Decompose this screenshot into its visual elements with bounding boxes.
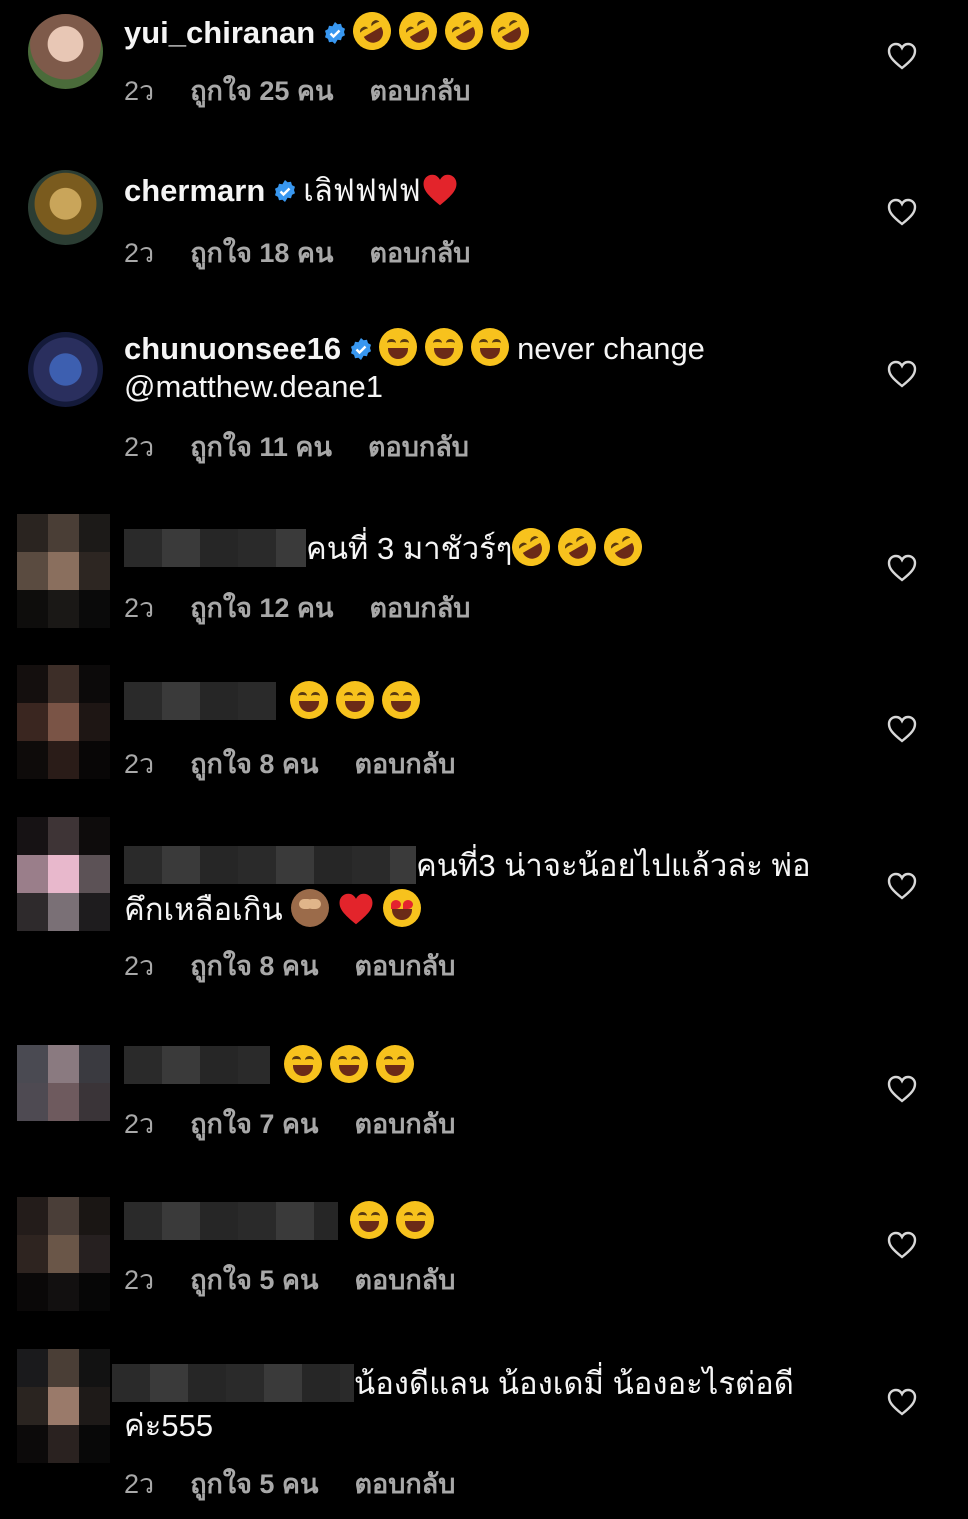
red-heart-emoji	[423, 174, 457, 206]
like-count[interactable]: ถูกใจ 8 คน	[190, 951, 318, 981]
rofl-emoji	[438, 5, 491, 57]
heart-outline-icon[interactable]	[887, 198, 917, 226]
reply-button[interactable]: ตอบกลับ	[354, 951, 455, 981]
reply-button[interactable]: ตอบกลับ	[354, 1109, 455, 1139]
comment-text: never change	[517, 331, 705, 366]
timestamp: 2ว	[124, 749, 155, 779]
avatar[interactable]	[28, 14, 103, 89]
verified-badge-icon	[351, 338, 372, 360]
username[interactable]: chunuonsee16	[124, 331, 341, 366]
joy-emoji	[379, 328, 418, 366]
like-count[interactable]: ถูกใจ 5 คน	[190, 1265, 318, 1295]
rofl-emoji	[392, 5, 445, 57]
pixelated-avatar[interactable]	[17, 1349, 110, 1463]
comment-text: เลิฟฟฟฟ	[303, 173, 421, 208]
timestamp: 2ว	[124, 1265, 155, 1295]
heart-eyes-emoji	[383, 889, 422, 927]
blurred-username	[124, 1046, 270, 1084]
timestamp: 2ว	[124, 1469, 155, 1499]
pixelated-avatar[interactable]	[17, 514, 110, 628]
like-count[interactable]: ถูกใจ 8 คน	[190, 749, 318, 779]
joy-emoji	[350, 1201, 388, 1239]
red-heart-emoji	[339, 893, 373, 925]
reply-button[interactable]: ตอบกลับ	[369, 593, 470, 623]
blurred-username	[124, 682, 276, 720]
joy-emoji	[330, 1045, 368, 1083]
reply-button[interactable]: ตอบกลับ	[354, 749, 455, 779]
comment-text: คนที่ 3 มาชัวร์ๆ	[306, 531, 513, 566]
heart-outline-icon[interactable]	[887, 554, 917, 582]
timestamp: 2ว	[124, 951, 155, 981]
joy-emoji	[382, 681, 420, 719]
joy-emoji	[290, 681, 328, 719]
comment-text-line2: คึกเหลือเกิน	[124, 892, 283, 927]
reply-button[interactable]: ตอบกลับ	[354, 1265, 455, 1295]
rofl-emoji	[346, 5, 399, 57]
mention-link[interactable]: @matthew.deane1	[124, 369, 383, 404]
avatar[interactable]	[28, 170, 103, 245]
username[interactable]: chermarn	[124, 173, 265, 208]
verified-badge-icon	[325, 22, 346, 44]
blurred-username	[112, 1364, 354, 1402]
timestamp: 2ว	[124, 432, 155, 462]
like-count[interactable]: ถูกใจ 12 คน	[190, 593, 333, 623]
timestamp: 2ว	[124, 238, 155, 268]
verified-badge-icon	[275, 180, 296, 202]
joy-emoji	[471, 328, 510, 366]
pixelated-avatar[interactable]	[17, 1045, 110, 1121]
joy-emoji	[284, 1045, 322, 1083]
heart-outline-icon[interactable]	[887, 42, 917, 70]
blurred-username	[124, 529, 306, 567]
reply-button[interactable]: ตอบกลับ	[369, 76, 470, 106]
like-count[interactable]: ถูกใจ 18 คน	[190, 238, 333, 268]
blurred-username	[124, 846, 416, 884]
reply-button[interactable]: ตอบกลับ	[368, 432, 469, 462]
pixelated-avatar[interactable]	[17, 665, 110, 779]
like-count[interactable]: ถูกใจ 7 คน	[190, 1109, 318, 1139]
heart-outline-icon[interactable]	[887, 1231, 917, 1259]
timestamp: 2ว	[124, 593, 155, 623]
joy-emoji	[376, 1045, 414, 1083]
heart-outline-icon[interactable]	[887, 1388, 917, 1416]
heart-outline-icon[interactable]	[887, 360, 917, 388]
reply-button[interactable]: ตอบกลับ	[354, 1469, 455, 1499]
heart-outline-icon[interactable]	[887, 872, 917, 900]
joy-emoji	[396, 1201, 434, 1239]
rofl-emoji	[505, 521, 558, 573]
rofl-emoji	[551, 521, 604, 573]
like-count[interactable]: ถูกใจ 25 คน	[190, 76, 333, 106]
rofl-emoji	[597, 521, 650, 573]
username[interactable]: yui_chiranan	[124, 15, 315, 50]
blurred-username	[124, 1202, 338, 1240]
joy-emoji	[336, 681, 374, 719]
heart-outline-icon[interactable]	[887, 1075, 917, 1103]
pixelated-avatar[interactable]	[17, 817, 110, 931]
like-count[interactable]: ถูกใจ 5 คน	[190, 1469, 318, 1499]
avatar[interactable]	[28, 332, 103, 407]
joy-emoji	[425, 328, 464, 366]
comment-text-line2: ค่ะ555	[124, 1408, 214, 1443]
timestamp: 2ว	[124, 76, 155, 106]
see-no-evil-monkey-emoji	[291, 889, 330, 927]
rofl-emoji	[484, 5, 537, 57]
heart-outline-icon[interactable]	[887, 715, 917, 743]
reply-button[interactable]: ตอบกลับ	[369, 238, 470, 268]
pixelated-avatar[interactable]	[17, 1197, 110, 1311]
comment-text: คนที่3 น่าจะน้อยไปแล้วล่ะ พ่อ	[416, 848, 811, 883]
timestamp: 2ว	[124, 1109, 155, 1139]
like-count[interactable]: ถูกใจ 11 คน	[190, 432, 332, 462]
comment-text: น้องดีแลน น้องเดมี่ น้องอะไรต่อดี	[354, 1366, 794, 1401]
